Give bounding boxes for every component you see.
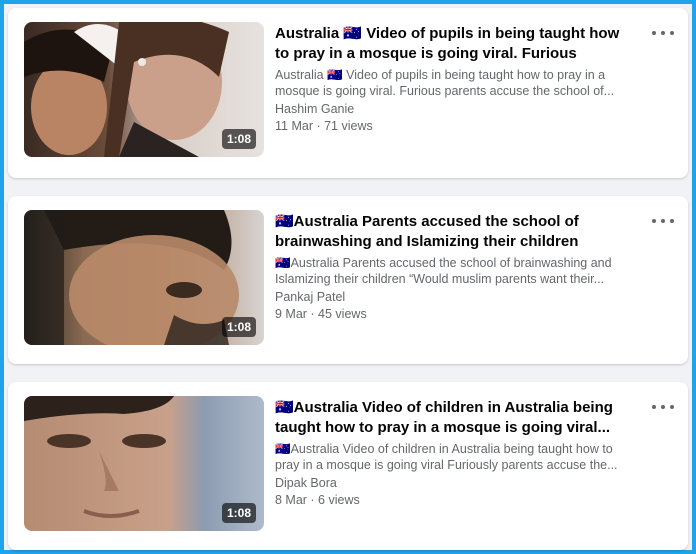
video-title[interactable]: Australia 🇦🇺 Video of pupils in being ta… (275, 24, 635, 64)
video-description: 🇦🇺Australia Video of children in Austral… (275, 442, 618, 472)
video-thumbnail[interactable]: 1:08 (24, 396, 264, 531)
video-author[interactable]: Hashim Ganie (275, 101, 635, 118)
video-info: Australia 🇦🇺 Video of pupils in being ta… (275, 24, 635, 135)
video-duration: 1:08 (221, 317, 256, 337)
more-options-icon[interactable] (652, 214, 674, 228)
video-thumbnail[interactable]: 1:08 (24, 22, 264, 157)
video-duration: 1:08 (221, 503, 256, 523)
video-meta: 9 Mar · 45 views (275, 307, 367, 321)
video-results-frame: 1:08 Australia 🇦🇺 Video of pupils in bei… (0, 0, 696, 554)
video-card[interactable]: 1:08 🇦🇺Australia Video of children in Au… (8, 382, 688, 550)
video-title[interactable]: 🇦🇺Australia Video of children in Austral… (275, 398, 635, 438)
video-meta: 8 Mar · 6 views (275, 493, 360, 507)
video-info: 🇦🇺Australia Parents accused the school o… (275, 212, 635, 323)
video-duration: 1:08 (221, 129, 256, 149)
video-card[interactable]: 1:08 Australia 🇦🇺 Video of pupils in bei… (8, 8, 688, 178)
video-description: Australia 🇦🇺 Video of pupils in being ta… (275, 68, 615, 98)
video-card[interactable]: 1:08 🇦🇺Australia Parents accused the sch… (8, 196, 688, 364)
video-info: 🇦🇺Australia Video of children in Austral… (275, 398, 635, 509)
video-meta: 11 Mar · 71 views (275, 119, 373, 133)
more-options-icon[interactable] (652, 26, 674, 40)
video-author[interactable]: Dipak Bora (275, 475, 635, 492)
video-title[interactable]: 🇦🇺Australia Parents accused the school o… (275, 212, 635, 252)
video-author[interactable]: Pankaj Patel (275, 289, 635, 306)
more-options-icon[interactable] (652, 400, 674, 414)
video-thumbnail[interactable]: 1:08 (24, 210, 264, 345)
video-description: 🇦🇺Australia Parents accused the school o… (275, 256, 612, 286)
